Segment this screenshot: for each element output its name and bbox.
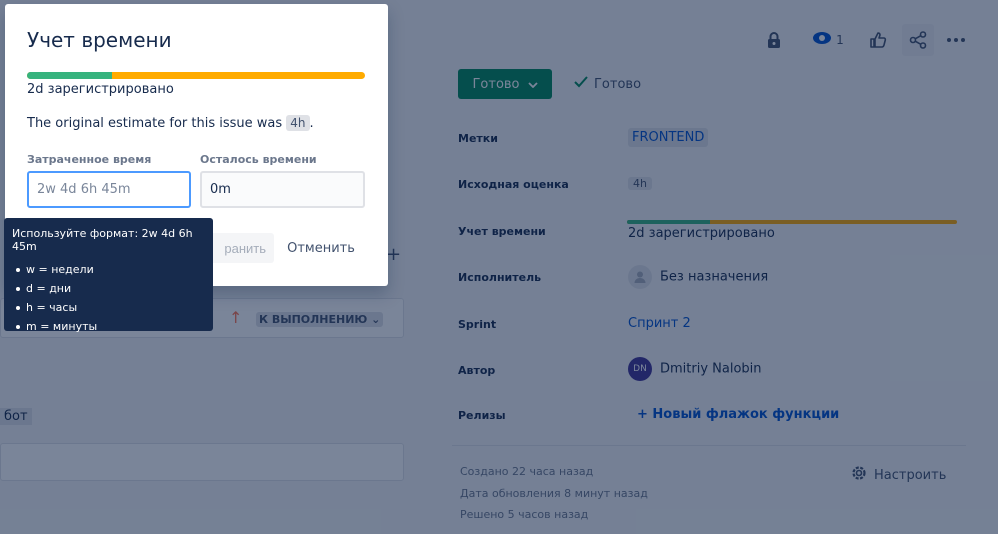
reporter-value[interactable]: DN Dmitriy Nalobin <box>628 357 762 381</box>
share-icon[interactable] <box>902 24 934 56</box>
chevron-down-icon <box>527 77 538 92</box>
updated-text: Дата обновления 8 минут назад <box>460 487 648 500</box>
dialog-progress-bar <box>27 72 365 79</box>
original-estimate-text: The original estimate for this issue was… <box>27 115 314 131</box>
time-tracking-label: Учет времени <box>458 225 546 238</box>
watch-count: 1 <box>836 33 844 47</box>
configure-label: Настроить <box>874 467 947 483</box>
time-remaining-input[interactable] <box>200 171 365 208</box>
tooltip-item: m = минуты <box>12 317 205 336</box>
labels-field-value[interactable]: FRONTEND <box>628 128 709 147</box>
reporter-label: Автор <box>458 364 496 377</box>
tooltip-item: d = дни <box>12 279 205 298</box>
add-icon[interactable]: + <box>386 244 401 265</box>
original-estimate-suffix: . <box>309 116 314 131</box>
dialog-progress-fill <box>27 72 112 79</box>
status-label: Готово <box>472 76 520 92</box>
labels-field-label: Метки <box>458 132 498 145</box>
gear-icon <box>850 464 868 486</box>
original-estimate-lozenge: 4h <box>286 115 310 131</box>
dialog-title: Учет времени <box>27 28 172 52</box>
cancel-button[interactable]: Отменить <box>279 233 363 263</box>
priority-arrow-icon: ↑ <box>229 308 243 327</box>
divider <box>452 445 966 446</box>
time-tracking-progress-bar[interactable] <box>627 220 957 224</box>
original-estimate-value[interactable]: 4h <box>628 176 652 191</box>
estimate-lozenge: 4h <box>628 177 652 190</box>
tooltip-item: w = недели <box>12 260 205 279</box>
reporter-name: Dmitriy Nalobin <box>660 361 762 377</box>
original-estimate-prefix: The original estimate for this issue was <box>27 116 283 131</box>
configure-button[interactable]: Настроить <box>850 464 946 486</box>
comment-box[interactable] <box>0 443 404 481</box>
dialog-logged-text: 2d зарегистрировано <box>27 82 174 97</box>
avatar-placeholder-icon <box>628 265 652 289</box>
time-tracking-progress-fill <box>627 220 710 224</box>
resolution-label: Готово <box>594 76 642 92</box>
bot-text: бот <box>0 408 32 425</box>
more-icon[interactable] <box>940 24 972 56</box>
created-text: Создано 22 часа назад <box>460 465 594 478</box>
eye-icon <box>812 31 832 49</box>
resolution: Готово <box>574 76 641 92</box>
status-badge-label: К ВЫПОЛНЕНИЮ <box>259 313 368 326</box>
time-remaining-label: Осталось времени <box>200 153 317 166</box>
tooltip-title: Используйте формат: 2w 4d 6h 45m <box>12 227 193 253</box>
format-tooltip: Используйте формат: 2w 4d 6h 45m w = нед… <box>4 218 213 333</box>
avatar: DN <box>628 357 652 381</box>
sprint-label: Sprint <box>458 318 497 331</box>
time-spent-input[interactable] <box>27 171 191 208</box>
assignee-label: Исполнитель <box>458 271 542 284</box>
releases-label: Релизы <box>458 409 506 422</box>
tooltip-list: w = недели d = дни h = часы m = минуты <box>12 260 205 336</box>
assignee-value[interactable]: Без назначения <box>628 265 768 289</box>
lock-icon[interactable] <box>758 24 790 56</box>
check-icon <box>574 76 588 92</box>
add-feature-flag-link[interactable]: + Новый флажок функции <box>637 407 839 422</box>
label-tag[interactable]: FRONTEND <box>628 128 709 147</box>
watch-button[interactable]: 1 <box>808 24 848 56</box>
status-dropdown[interactable]: Готово <box>458 69 552 99</box>
original-estimate-label: Исходная оценка <box>458 178 569 191</box>
time-spent-label: Затраченное время <box>27 153 152 166</box>
sprint-link[interactable]: Спринт 2 <box>628 316 691 331</box>
assignee-name: Без назначения <box>660 269 769 285</box>
time-tracking-logged: 2d зарегистрировано <box>628 226 775 241</box>
save-button[interactable]: ранить <box>205 233 274 263</box>
thumbs-up-icon[interactable] <box>862 24 894 56</box>
resolved-text: Решено 5 часов назад <box>460 508 589 521</box>
tooltip-item: h = часы <box>12 298 205 317</box>
status-badge[interactable]: К ВЫПОЛНЕНИЮ ⌄ <box>256 312 384 327</box>
